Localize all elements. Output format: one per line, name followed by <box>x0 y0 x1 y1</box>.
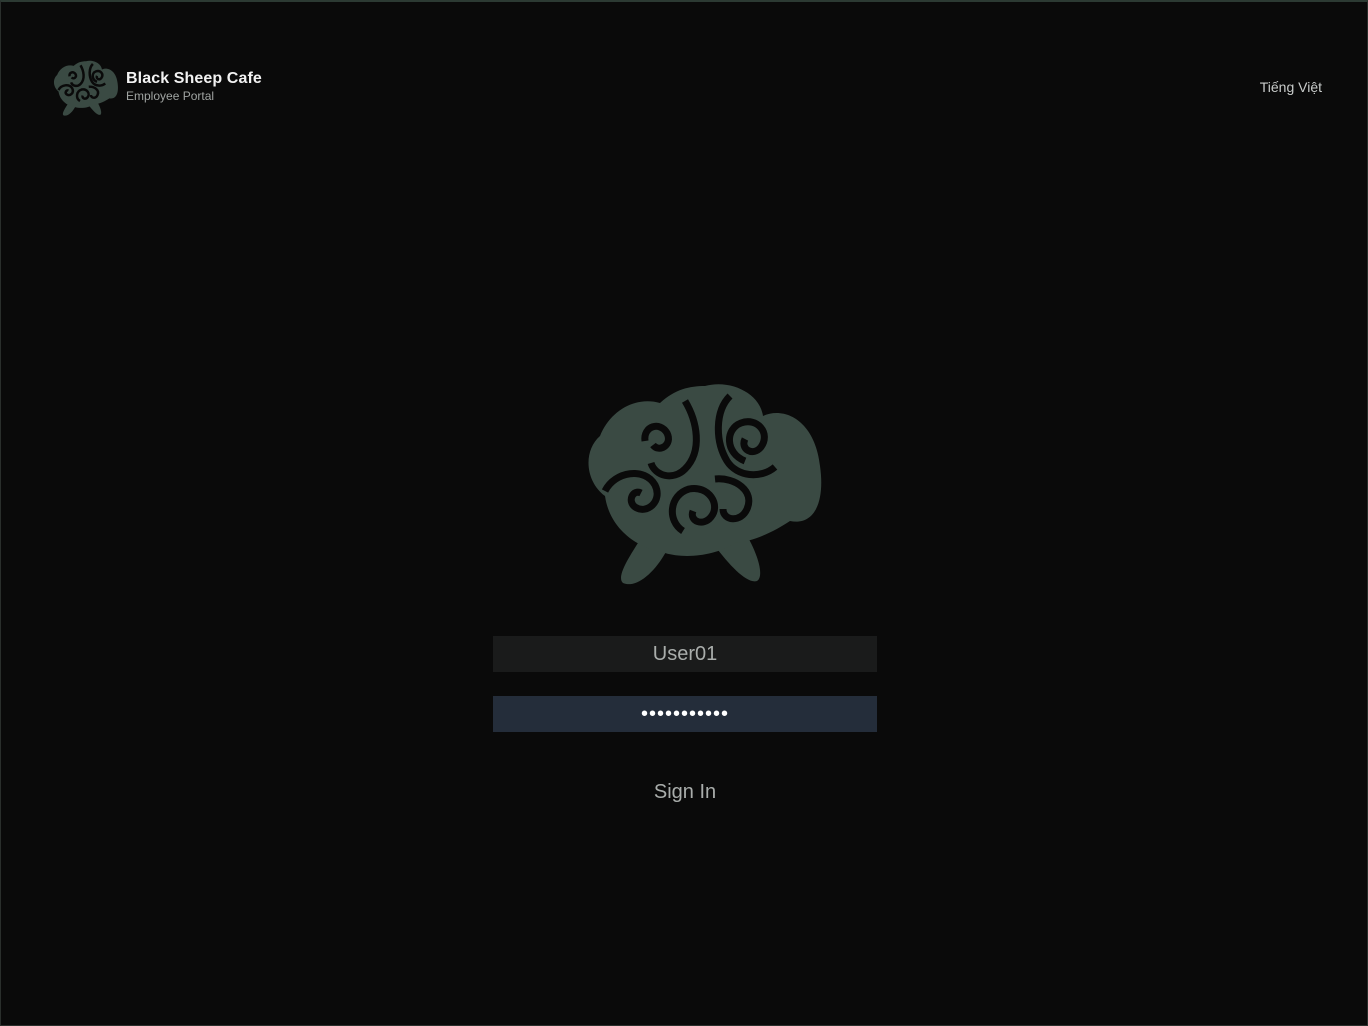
sign-in-button[interactable]: Sign In <box>585 774 785 810</box>
brand-text: Black Sheep Cafe Employee Portal <box>126 69 262 103</box>
sheep-logo-icon <box>53 60 118 116</box>
username-input[interactable] <box>493 636 877 672</box>
language-switch-link[interactable]: Tiếng Việt <box>1260 78 1322 96</box>
app-title: Black Sheep Cafe <box>126 70 262 87</box>
sheep-logo-icon <box>588 384 822 585</box>
app-subtitle: Employee Portal <box>126 89 215 103</box>
login-screen: Black Sheep Cafe Employee Portal Tiếng V… <box>0 0 1368 1026</box>
brand-header: Black Sheep Cafe Employee Portal <box>53 58 262 118</box>
password-input[interactable] <box>493 696 877 732</box>
